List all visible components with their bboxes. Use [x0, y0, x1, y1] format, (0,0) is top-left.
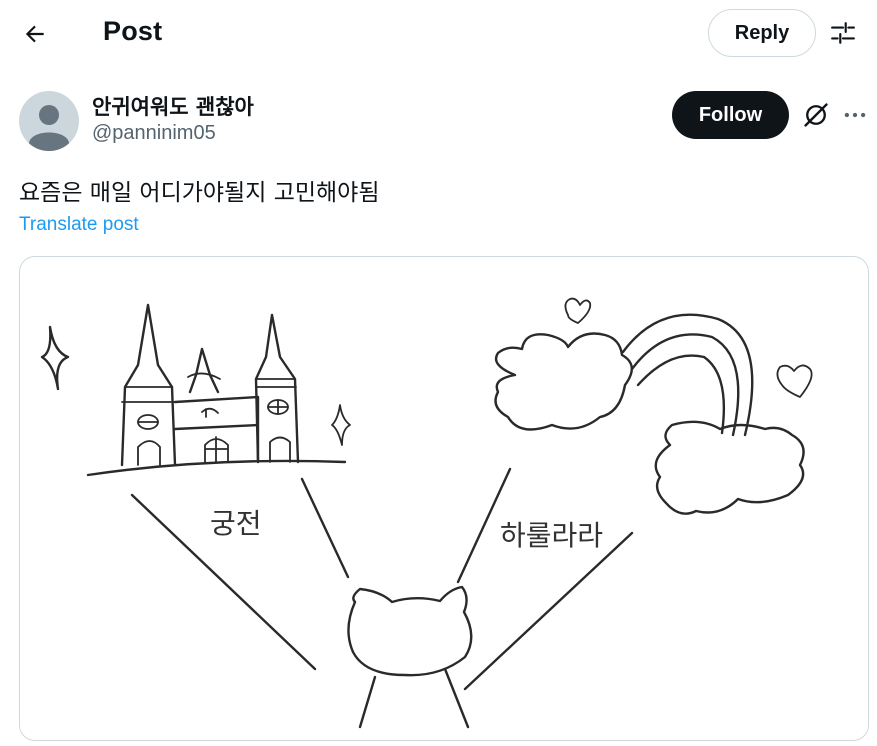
- default-avatar-icon: [29, 105, 69, 151]
- heart-small-icon: [564, 297, 592, 324]
- more-button[interactable]: [838, 99, 872, 131]
- cloud-left-icon: [494, 332, 633, 431]
- author-handle[interactable]: @panninim05: [92, 122, 216, 145]
- image-label-harulala: 하룰라라: [500, 519, 603, 552]
- sketch-illustration: 궁전 하룰라라: [40, 297, 813, 729]
- grok-icon: [804, 103, 828, 127]
- path-line-4: [463, 531, 634, 691]
- follow-button[interactable]: Follow: [672, 91, 789, 139]
- post-image[interactable]: 궁전 하룰라라: [19, 256, 869, 741]
- path-line-2: [300, 477, 350, 579]
- translate-post-link[interactable]: Translate post: [19, 214, 139, 236]
- heart-right-icon: [776, 364, 813, 398]
- sliders-icon: [831, 22, 855, 44]
- top-bar: Post Reply: [0, 0, 877, 68]
- avatar[interactable]: [19, 91, 79, 151]
- more-dots-icon: [844, 112, 866, 118]
- palace-drawing: [86, 303, 347, 477]
- author-display-name[interactable]: 안귀여워도 괜찮아: [92, 91, 254, 121]
- sparkle-left-icon: [40, 325, 70, 391]
- page-title: Post: [103, 16, 163, 46]
- back-arrow-icon: [25, 25, 44, 43]
- cloud-right-icon: [654, 420, 805, 515]
- post-text: 요즘은 매일 어디가야될지 고민해야됨: [19, 180, 380, 206]
- grok-button[interactable]: [800, 99, 832, 131]
- image-label-palace: 궁전: [210, 507, 262, 540]
- back-button[interactable]: [14, 13, 56, 55]
- rainbow-drawing: [621, 313, 754, 437]
- filter-button[interactable]: [826, 16, 860, 50]
- sparkle-small-icon: [331, 404, 351, 446]
- reply-button[interactable]: Reply: [708, 9, 816, 57]
- cat-drawing: [347, 585, 473, 729]
